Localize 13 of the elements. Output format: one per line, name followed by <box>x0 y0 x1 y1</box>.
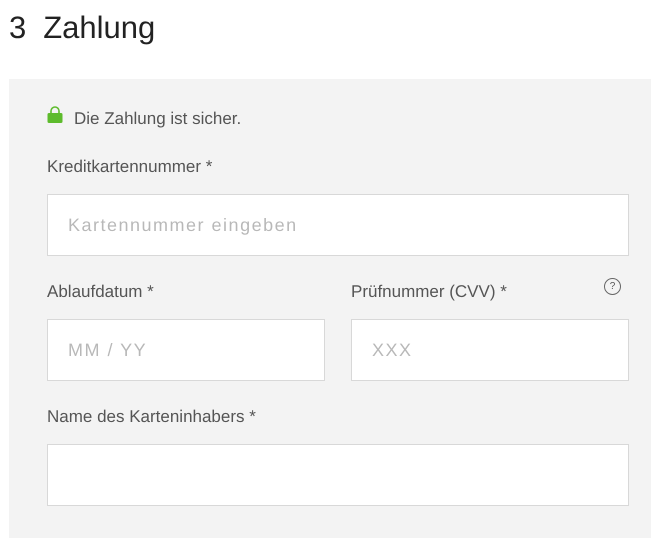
step-number: 3 <box>9 10 26 47</box>
cardholder-name-field[interactable] <box>47 444 629 506</box>
expiry-field[interactable]: MM / YY <box>47 319 325 381</box>
field-label: Prüfnummer (CVV) * <box>351 282 507 302</box>
secure-note: Die Zahlung ist sicher. <box>74 109 242 129</box>
lock-icon <box>47 106 63 122</box>
field-label: Name des Karteninhabers * <box>47 407 257 427</box>
field-label: Ablaufdatum * <box>47 282 155 302</box>
section-title: Zahlung <box>43 10 156 47</box>
help-icon[interactable]: ? <box>604 278 621 295</box>
card-number-field[interactable]: Kartennummer eingeben <box>47 194 629 256</box>
cvv-field[interactable]: XXX <box>351 319 629 381</box>
field-label: Kreditkartennummer * <box>47 157 214 177</box>
